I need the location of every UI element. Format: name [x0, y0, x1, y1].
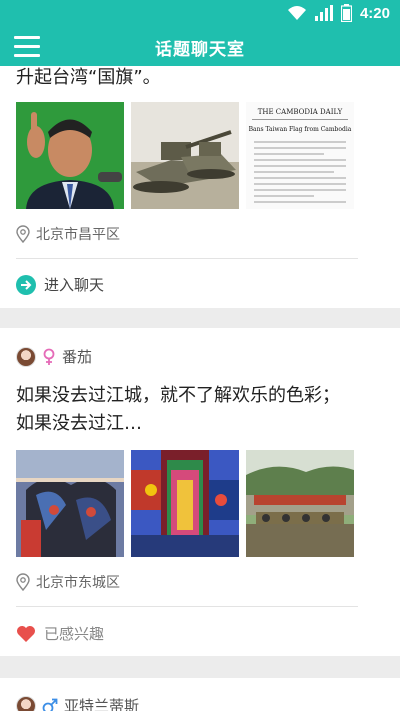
location-pin-icon — [16, 573, 30, 591]
post-location: 北京市东城区 — [16, 572, 120, 592]
status-bar: 4:20 — [0, 0, 400, 28]
photo-dragon-boat[interactable] — [246, 450, 354, 557]
author-name: 亚特兰蒂斯 — [64, 697, 140, 711]
photo-speaker[interactable] — [16, 102, 124, 209]
status-icons: 4:20 — [287, 4, 390, 22]
post-snippet-line-2: 如果没去过江… — [16, 413, 142, 434]
arrow-right-circle-icon — [16, 274, 36, 295]
female-gender-icon — [43, 348, 55, 365]
page-title: 话题聊天室 — [155, 40, 245, 60]
avatar[interactable] — [16, 695, 36, 711]
location-label: 北京市东城区 — [36, 575, 120, 591]
post-snippet: 升起台湾“国旗”。 — [16, 67, 161, 88]
divider — [16, 258, 358, 259]
avatar[interactable] — [16, 346, 36, 367]
newspaper-masthead: THE CAMBODIA DAILY — [257, 108, 343, 116]
post-snippet: 如果没去过江城，就不了解欢乐的色彩； 如果没去过江… — [16, 382, 340, 438]
post-location: 北京市昌平区 — [16, 224, 120, 244]
topic-card[interactable]: 亚特兰蒂斯 — [0, 678, 400, 711]
interested-label: 已感兴趣 — [44, 625, 105, 643]
signal-icon — [314, 5, 333, 21]
photo-grid: THE CAMBODIA DAILY Bans Taiwan Flag from… — [16, 102, 354, 209]
post-author[interactable]: 番茄 — [16, 346, 92, 367]
battery-icon — [340, 4, 352, 22]
photo-grid — [16, 450, 354, 557]
location-label: 北京市昌平区 — [36, 227, 120, 243]
photo-newspaper[interactable]: THE CAMBODIA DAILY Bans Taiwan Flag from… — [246, 102, 354, 209]
topic-card[interactable]: 升起台湾“国旗”。 THE CAMBODIA DAILY Bans Taiwan… — [0, 66, 400, 308]
interested-button[interactable]: 已感兴趣 — [16, 623, 104, 644]
newspaper-headline: Bans Taiwan Flag from Cambodia — [248, 126, 352, 133]
photo-festival-dancers[interactable] — [16, 450, 124, 557]
status-time: 4:20 — [359, 4, 390, 22]
wifi-icon — [287, 6, 306, 20]
post-snippet-line-1: 如果没去过江城，就不了解欢乐的色彩； — [16, 385, 340, 406]
location-pin-icon — [16, 225, 30, 243]
photo-tanks[interactable] — [131, 102, 239, 209]
male-gender-icon — [42, 698, 58, 711]
author-name: 番茄 — [62, 348, 93, 366]
topic-card[interactable]: 番茄 如果没去过江城，就不了解欢乐的色彩； 如果没去过江… 北京市东城区 已感兴… — [0, 328, 400, 656]
enter-chat-label: 进入聊天 — [44, 276, 105, 294]
divider — [16, 606, 358, 607]
heart-icon — [17, 625, 35, 642]
topic-feed[interactable]: 升起台湾“国旗”。 THE CAMBODIA DAILY Bans Taiwan… — [0, 66, 400, 711]
photo-embroidery[interactable] — [131, 450, 239, 557]
app-bar: 话题聊天室 — [0, 28, 400, 66]
enter-chat-button[interactable]: 进入聊天 — [16, 274, 104, 295]
post-author[interactable]: 亚特兰蒂斯 — [16, 695, 139, 711]
